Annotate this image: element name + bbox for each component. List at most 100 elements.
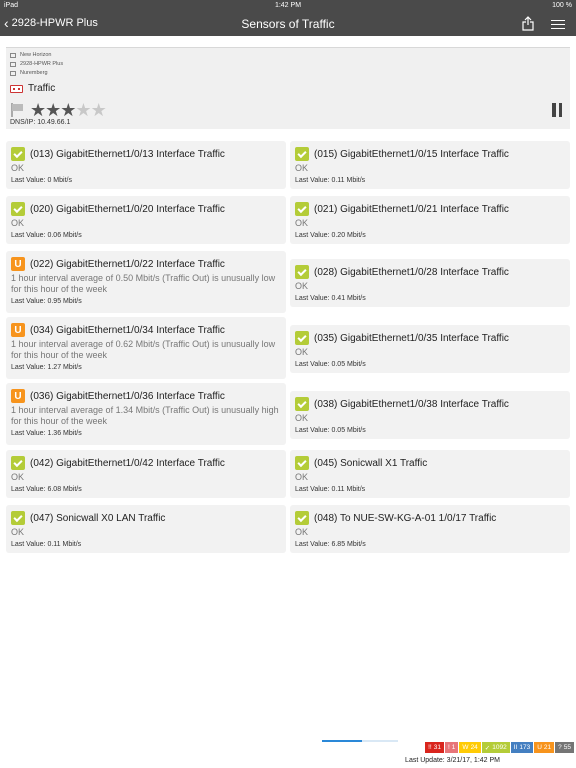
sensor-last-value: Last Value: 0.95 Mbit/s xyxy=(11,298,281,305)
breadcrumb-device[interactable]: 2928-HPWR Plus xyxy=(6,60,570,68)
sensor-name: (038) GigabitEthernet1/0/38 Interface Tr… xyxy=(314,398,509,410)
sensor-tile[interactable]: (013) GigabitEthernet1/0/13 Interface Tr… xyxy=(6,141,286,189)
last-value-label: Last Value: xyxy=(295,486,330,493)
sensor-tile[interactable]: U (036) GigabitEthernet1/0/36 Interface T… xyxy=(6,383,286,445)
sensor-message: OK xyxy=(11,472,25,482)
last-value-label: Last Value: xyxy=(11,177,46,184)
pause-icon[interactable] xyxy=(552,103,562,117)
check-icon xyxy=(11,147,25,161)
sensor-header: (042) GigabitEthernet1/0/42 Interface Tr… xyxy=(11,456,281,470)
flag-icon[interactable] xyxy=(10,103,24,117)
device-name: Traffic xyxy=(28,83,56,94)
last-value-label: Last Value: xyxy=(295,427,330,434)
sensor-message: OK xyxy=(295,527,309,537)
share-icon[interactable] xyxy=(522,16,534,31)
last-value: 6.08 Mbit/s xyxy=(47,486,82,493)
sensor-tile[interactable]: (045) Sonicwall X1 Traffic OK Last Value: … xyxy=(290,450,570,498)
status-count: 1 xyxy=(451,744,456,751)
status-count-badge[interactable]: U 21 xyxy=(534,742,555,753)
switch-icon xyxy=(10,84,23,93)
sensor-message: 1 hour interval average of 0.50 Mbit/s (… xyxy=(11,273,276,294)
status-count-badge[interactable]: W 24 xyxy=(459,742,481,753)
check-icon xyxy=(11,456,25,470)
bottom-status-bar: !! 31! 1 W 24 ✓ 1092 II 173 U 21? 55 Last Update: 3… xyxy=(0,740,576,768)
star-icon[interactable]: ★ xyxy=(60,100,76,120)
sensor-message: OK xyxy=(295,472,309,482)
sensor-tile[interactable]: (038) GigabitEthernet1/0/38 Interface Tr… xyxy=(290,391,570,439)
sensor-header: U (036) GigabitEthernet1/0/36 Interface T… xyxy=(11,389,281,403)
last-value: 0.06 Mbit/s xyxy=(47,232,82,239)
star-icon[interactable]: ★ xyxy=(30,100,46,120)
last-value: 0 Mbit/s xyxy=(47,177,72,184)
last-value: 0.41 Mbit/s xyxy=(331,295,366,302)
check-icon xyxy=(295,147,309,161)
flag-priority-row: ★★★★★ xyxy=(10,100,107,120)
status-count-badge[interactable]: II 173 xyxy=(510,742,534,753)
sensor-tile[interactable]: (021) GigabitEthernet1/0/21 Interface Tr… xyxy=(290,196,570,244)
sensor-last-value: Last Value: 6.85 Mbit/s xyxy=(295,541,565,548)
sensor-header: (038) GigabitEthernet1/0/38 Interface Tr… xyxy=(295,397,565,411)
breadcrumb-group[interactable]: New Horizon xyxy=(6,51,570,59)
menu-icon[interactable] xyxy=(551,17,565,31)
status-icon: W xyxy=(462,744,469,751)
status-count: 1092 xyxy=(492,744,507,751)
breadcrumb-item: New Horizon xyxy=(20,52,52,58)
star-icon[interactable]: ★ xyxy=(75,100,91,120)
sensor-tile[interactable]: (042) GigabitEthernet1/0/42 Interface Tr… xyxy=(6,450,286,498)
sensor-message: OK xyxy=(295,163,309,173)
last-value-label: Last Value: xyxy=(295,361,330,368)
last-value: 0.05 Mbit/s xyxy=(331,427,366,434)
sensor-name: (034) GigabitEthernet1/0/34 Interface Tr… xyxy=(30,324,225,336)
sensor-last-value: Last Value: 0.11 Mbit/s xyxy=(295,486,565,493)
sensor-tile[interactable]: (028) GigabitEthernet1/0/28 Interface Tr… xyxy=(290,259,570,307)
sensor-tile[interactable]: (015) GigabitEthernet1/0/15 Interface Tr… xyxy=(290,141,570,189)
last-value: 0.95 Mbit/s xyxy=(47,298,82,305)
probe-icon xyxy=(10,70,16,76)
sensor-header: (015) GigabitEthernet1/0/15 Interface Tr… xyxy=(295,147,565,161)
sensor-tile[interactable]: (048) To NUE-SW-KG-A-01 1/0/17 Traffic OK… xyxy=(290,505,570,553)
nav-bar: ‹ 2928-HPWR Plus Sensors of Traffic xyxy=(0,12,576,36)
last-value-label: Last Value: xyxy=(295,177,330,184)
sensor-name: (013) GigabitEthernet1/0/13 Interface Tr… xyxy=(30,148,225,160)
last-value-label: Last Value: xyxy=(295,541,330,548)
sensor-last-value: Last Value: 0 Mbit/s xyxy=(11,177,281,184)
sensor-last-value: Last Value: 1.27 Mbit/s xyxy=(11,364,281,371)
sensor-message: OK xyxy=(11,527,25,537)
status-count-badge[interactable]: !! 31 xyxy=(425,742,444,753)
sensor-tile[interactable]: U (022) GigabitEthernet1/0/22 Interface T… xyxy=(6,251,286,313)
status-count-badge[interactable]: ✓ 1092 xyxy=(481,742,510,753)
last-value: 0.11 Mbit/s xyxy=(47,541,82,548)
page-title: Sensors of Traffic xyxy=(241,17,335,31)
sensor-header: (028) GigabitEthernet1/0/28 Interface Tr… xyxy=(295,265,565,279)
sensor-name: (021) GigabitEthernet1/0/21 Interface Tr… xyxy=(314,203,509,215)
status-count-badge[interactable]: ! 1 xyxy=(444,742,459,753)
last-value: 1.27 Mbit/s xyxy=(47,364,82,371)
sensor-tile[interactable]: U (034) GigabitEthernet1/0/34 Interface T… xyxy=(6,317,286,379)
breadcrumb-probe[interactable]: Nuremberg xyxy=(6,69,570,77)
last-value-label: Last Value: xyxy=(11,232,46,239)
sensor-tile[interactable]: (020) GigabitEthernet1/0/20 Interface Tr… xyxy=(6,196,286,244)
sensor-last-value: Last Value: 0.20 Mbit/s xyxy=(295,232,565,239)
sensor-message: OK xyxy=(11,163,25,173)
status-icon: !! xyxy=(428,744,432,751)
clock: 1:42 PM xyxy=(274,2,302,9)
last-value: 0.11 Mbit/s xyxy=(331,177,366,184)
star-icon[interactable]: ★ xyxy=(45,100,61,120)
sensor-tile[interactable]: (047) Sonicwall X0 LAN Traffic OK Last Val… xyxy=(6,505,286,553)
star-icon[interactable]: ★ xyxy=(91,100,107,120)
priority-stars[interactable]: ★★★★★ xyxy=(30,100,107,120)
check-icon xyxy=(295,265,309,279)
status-count-badge[interactable]: ? 55 xyxy=(555,742,574,753)
refresh-progress xyxy=(322,740,398,742)
sensor-last-value: Last Value: 0.11 Mbit/s xyxy=(11,541,281,548)
sensor-tile[interactable]: (035) GigabitEthernet1/0/35 Interface Tr… xyxy=(290,325,570,373)
sensor-header: (021) GigabitEthernet1/0/21 Interface Tr… xyxy=(295,202,565,216)
breadcrumb-item: 2928-HPWR Plus xyxy=(20,61,64,67)
status-count: 31 xyxy=(433,744,441,751)
check-icon xyxy=(295,456,309,470)
sensor-name: (035) GigabitEthernet1/0/35 Interface Tr… xyxy=(314,332,509,344)
status-count: 21 xyxy=(543,744,552,751)
last-value-label: Last Value: xyxy=(11,486,46,493)
sensor-message: 1 hour interval average of 1.34 Mbit/s (… xyxy=(11,405,279,426)
status-icon: ? xyxy=(558,744,562,751)
